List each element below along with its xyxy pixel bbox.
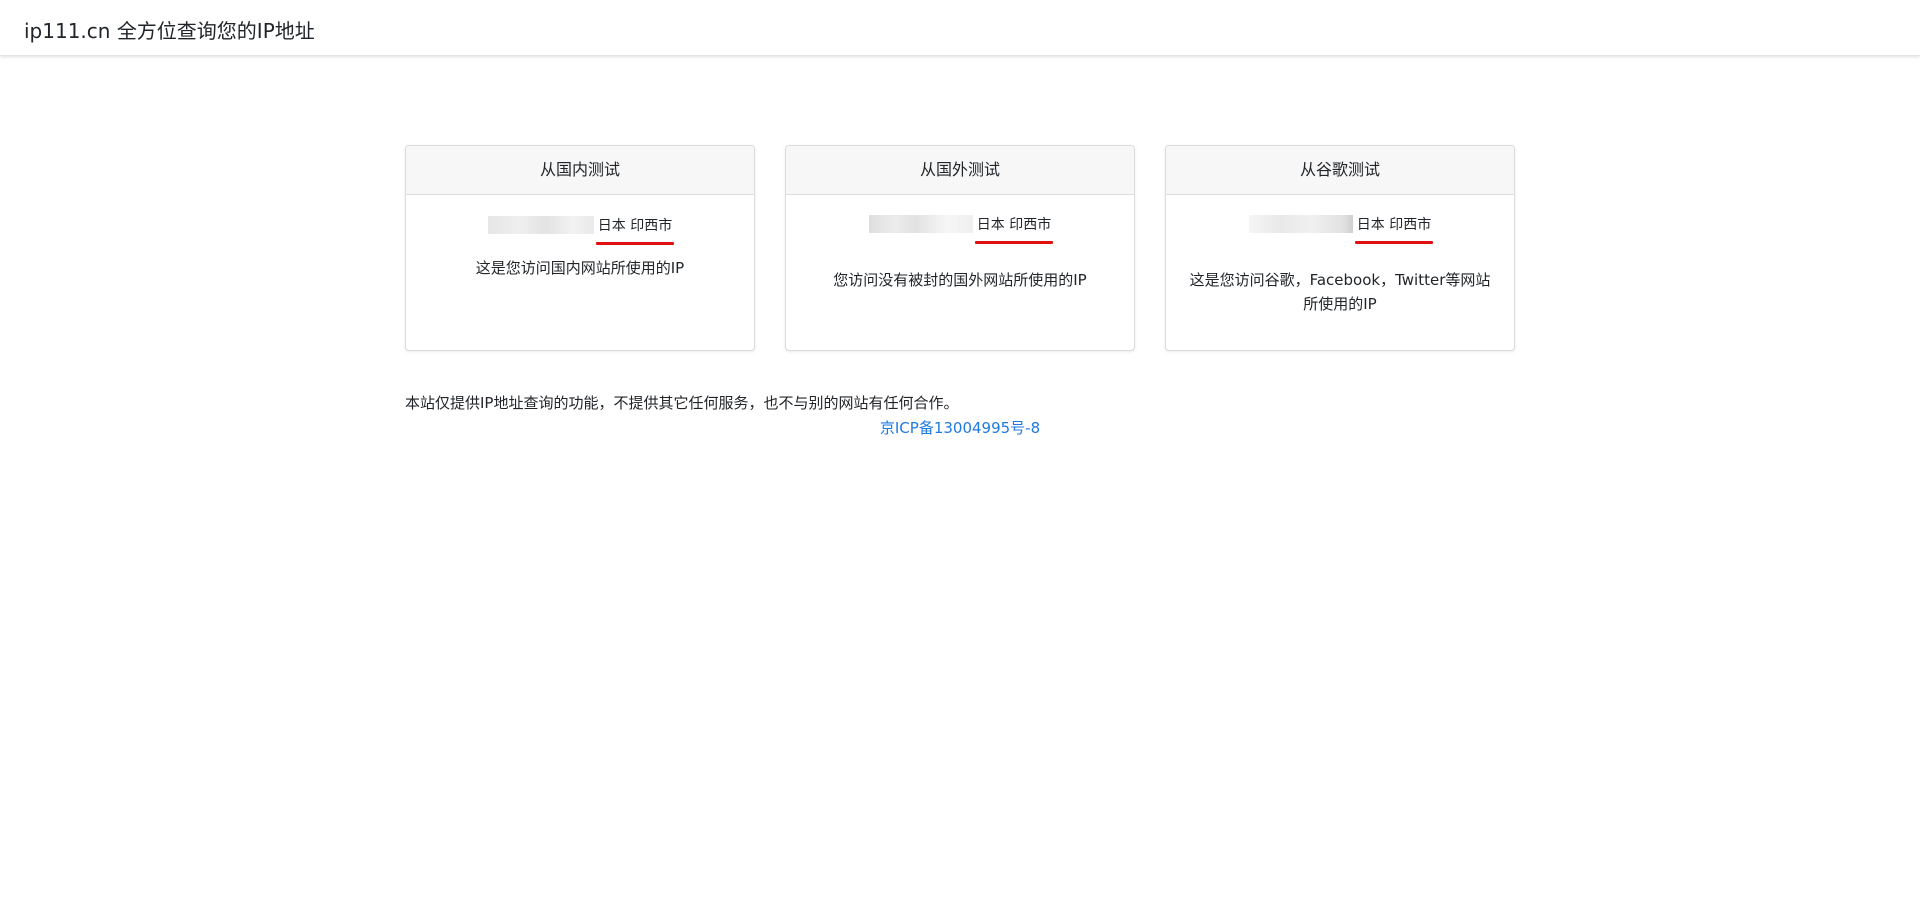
- ip-location: 日本 印西市: [595, 215, 675, 245]
- ip-test-cards: 从国内测试 日本 印西市 这是您访问国内网站所使用的IP 从国外测试 日本 印西…: [405, 145, 1515, 351]
- ip-result-line: 日本 印西市: [786, 214, 1134, 244]
- ip-address-redacted: [1248, 215, 1353, 233]
- ip-result-line: 日本 印西市: [406, 215, 754, 245]
- site-disclaimer: 本站仅提供IP地址查询的功能，不提供其它任何服务，也不与别的网站有任何合作。: [405, 394, 959, 412]
- site-brand[interactable]: ip111.cn 全方位查询您的IP地址: [24, 15, 315, 44]
- card-title: 从国内测试: [406, 146, 754, 195]
- card-title: 从谷歌测试: [1166, 146, 1514, 195]
- ip-result-line: 日本 印西市: [1166, 214, 1514, 244]
- icp-license-link[interactable]: 京ICP备13004995号-8: [0, 417, 1920, 438]
- ip-location: 日本 印西市: [1354, 214, 1434, 244]
- card-description: 这是您访问谷歌，Facebook，Twitter等网站所使用的IP: [1189, 271, 1491, 313]
- card-description: 您访问没有被封的国外网站所使用的IP: [833, 271, 1087, 289]
- top-navbar: ip111.cn 全方位查询您的IP地址: [0, 0, 1920, 56]
- card-domestic-test: 从国内测试 日本 印西市 这是您访问国内网站所使用的IP: [405, 145, 755, 351]
- ip-location: 日本 印西市: [974, 214, 1054, 244]
- card-description: 这是您访问国内网站所使用的IP: [475, 259, 685, 277]
- card-foreign-test: 从国外测试 日本 印西市 您访问没有被封的国外网站所使用的IP: [785, 145, 1135, 351]
- card-title: 从国外测试: [786, 146, 1134, 195]
- card-google-test: 从谷歌测试 日本 印西市 这是您访问谷歌，Facebook，Twitter等网站…: [1165, 145, 1515, 351]
- ip-address-redacted: [868, 215, 973, 233]
- ip-address-redacted: [487, 216, 594, 234]
